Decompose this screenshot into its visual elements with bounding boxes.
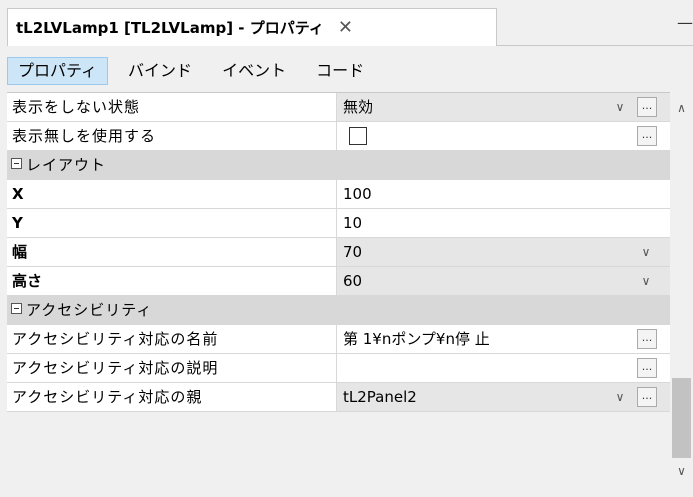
category-header: レイアウト — [11, 151, 106, 179]
property-value-dropdown[interactable]: 70 — [337, 238, 670, 266]
tab-binding[interactable]: バインド — [118, 57, 202, 85]
window-title: tL2LVLamp1 [TL2LVLamp] - プロパティ — [16, 19, 324, 37]
property-name: アクセシビリティ対応の親 — [7, 383, 337, 411]
category-accessibility[interactable]: アクセシビリティ — [7, 296, 670, 325]
property-grid: 表示をしない状態 無効 ∨ ... 表示無しを使用する ... レイアウト X … — [7, 92, 670, 486]
chevron-down-icon[interactable]: ∨ — [611, 383, 629, 411]
property-name: アクセシビリティ対応の説明 — [7, 354, 337, 382]
property-value-dropdown[interactable]: 60 — [337, 267, 670, 295]
tab-events[interactable]: イベント — [212, 57, 296, 85]
property-value: 100 — [343, 185, 372, 203]
property-row-acc-parent[interactable]: アクセシビリティ対応の親 tL2Panel2 ∨ ... — [7, 383, 670, 412]
property-name: 表示をしない状態 — [7, 93, 337, 121]
property-name: 表示無しを使用する — [7, 122, 337, 150]
property-value: tL2Panel2 — [343, 388, 417, 406]
checkbox[interactable] — [349, 127, 367, 145]
vertical-scrollbar[interactable]: ∧ ∨ — [670, 92, 693, 485]
ellipsis-button[interactable]: ... — [637, 126, 657, 146]
property-value-input[interactable]: 10 — [337, 209, 670, 237]
category-label: アクセシビリティ — [26, 301, 153, 319]
category-label: レイアウト — [26, 156, 107, 174]
property-value: 70 — [343, 243, 363, 261]
property-value-input[interactable] — [337, 354, 670, 382]
divider — [497, 45, 693, 46]
ellipsis-button[interactable]: ... — [637, 358, 657, 378]
property-value: 10 — [343, 214, 363, 232]
property-row-width[interactable]: 幅 70 ∨ — [7, 238, 670, 267]
property-row-acc-name[interactable]: アクセシビリティ対応の名前 第 1¥nポンプ¥n停 止 ... — [7, 325, 670, 354]
tab-code[interactable]: コード — [306, 57, 374, 85]
scroll-down-icon[interactable]: ∨ — [670, 461, 693, 481]
property-row-use-hidden[interactable]: 表示無しを使用する ... — [7, 122, 670, 151]
property-value: 60 — [343, 272, 363, 290]
property-value-input[interactable]: 第 1¥nポンプ¥n停 止 — [337, 325, 670, 353]
property-name: Y — [7, 209, 337, 237]
category-layout[interactable]: レイアウト — [7, 151, 670, 180]
scroll-up-icon[interactable]: ∧ — [670, 98, 693, 118]
collapse-icon[interactable] — [11, 303, 22, 314]
property-row-acc-desc[interactable]: アクセシビリティ対応の説明 ... — [7, 354, 670, 383]
property-value: 第 1¥nポンプ¥n停 止 — [343, 330, 490, 348]
property-row-y[interactable]: Y 10 — [7, 209, 670, 238]
tab-properties[interactable]: プロパティ — [7, 57, 109, 85]
collapse-icon[interactable] — [11, 158, 22, 169]
chevron-down-icon[interactable]: ∨ — [611, 93, 629, 121]
ellipsis-button[interactable]: ... — [637, 387, 657, 407]
property-row-disabled-state[interactable]: 表示をしない状態 無効 ∨ ... — [7, 93, 670, 122]
property-name: アクセシビリティ対応の名前 — [7, 325, 337, 353]
ellipsis-button[interactable]: ... — [637, 97, 657, 117]
minimize-icon[interactable]: — — [677, 15, 693, 31]
property-row-height[interactable]: 高さ 60 ∨ — [7, 267, 670, 296]
property-value: 無効 — [343, 98, 374, 116]
property-subtabs: プロパティ バインド イベント コード — [7, 54, 693, 88]
bottom-edge — [0, 485, 693, 497]
document-tab[interactable]: tL2LVLamp1 [TL2LVLamp] - プロパティ ✕ — [7, 8, 497, 46]
ellipsis-button[interactable]: ... — [637, 329, 657, 349]
title-bar: tL2LVLamp1 [TL2LVLamp] - プロパティ ✕ — — [0, 0, 693, 46]
chevron-down-icon[interactable]: ∨ — [637, 267, 655, 295]
chevron-down-icon[interactable]: ∨ — [637, 238, 655, 266]
scroll-thumb[interactable] — [672, 378, 691, 458]
category-header: アクセシビリティ — [11, 296, 152, 324]
property-name: X — [7, 180, 337, 208]
close-icon[interactable]: ✕ — [338, 18, 353, 37]
property-value-input[interactable]: 100 — [337, 180, 670, 208]
property-row-x[interactable]: X 100 — [7, 180, 670, 209]
property-value-cell — [337, 122, 670, 150]
property-name: 高さ — [7, 267, 337, 295]
property-name: 幅 — [7, 238, 337, 266]
